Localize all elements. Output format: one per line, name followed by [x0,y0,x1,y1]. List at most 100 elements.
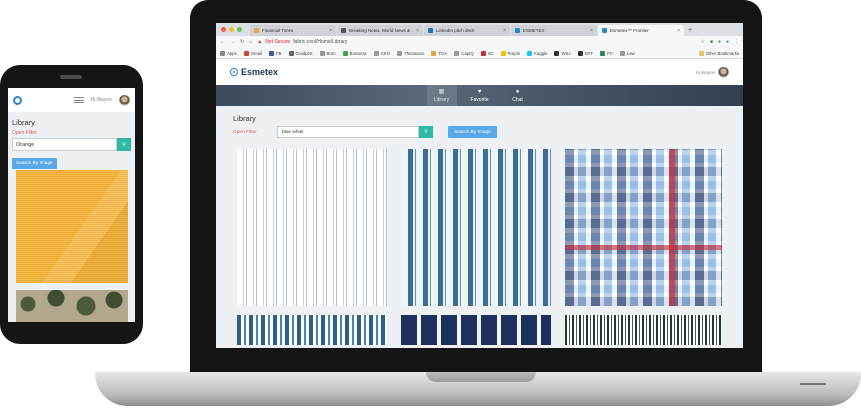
bookmark-label: WSJ [561,50,571,56]
bookmark-item[interactable]: Born [319,50,336,56]
bookmark-favicon-icon [454,50,460,56]
tab-label: Financial Times [262,28,294,33]
close-tab-icon[interactable]: × [329,28,332,34]
bookmark-label: CapIQ [461,50,474,56]
bookmark-item[interactable]: Apps [220,50,237,56]
user-menu[interactable]: Hi,Wayne [696,66,729,78]
phone-speaker [60,75,82,79]
tab-favicon-icon [602,28,607,33]
forward-icon[interactable]: → [230,39,235,45]
browser-tab-active[interactable]: Esmetex™ Frontier × [598,25,684,36]
bookmark-item[interactable]: Law [619,50,635,56]
bookmark-label: NYT [584,50,594,56]
close-window-icon[interactable] [221,27,226,32]
bookmark-label: SC [487,50,494,56]
search-bar: Orange ⚲ [12,138,131,151]
search-button[interactable]: ⚲ [117,138,131,151]
fabric-swatch-thumbnail[interactable] [16,170,128,283]
nav-tab-favorite[interactable]: ♥ Favorite [465,85,495,106]
open-filter-link[interactable]: Open Filter [12,130,131,136]
other-bookmarks[interactable]: Other Bookmarks [698,50,739,56]
search-input[interactable]: blue white [277,126,419,138]
fabric-swatch-thumbnail[interactable] [237,149,387,306]
bookmark-item[interactable]: SC [480,50,494,56]
tab-favicon-icon [341,28,346,33]
brand-logo[interactable]: Esmetex [230,67,278,77]
bookmark-favicon-icon [480,50,486,56]
library-icon: ▦ [438,88,445,95]
bookmark-favicon-icon [319,50,325,56]
page-title: Library [233,114,256,123]
url-field[interactable]: ▲ Not Secure fabric.cool/Home/Library [257,39,695,45]
folder-icon [698,50,704,56]
menu-icon[interactable]: ⋮ [734,39,739,45]
close-tab-icon[interactable]: × [677,28,680,34]
reload-icon[interactable]: ↻ [240,39,244,45]
bookmark-item[interactable]: Bonanza [342,50,367,56]
nav-label: Chat [512,96,523,103]
fabric-swatch-thumbnail[interactable] [16,290,128,322]
bookmark-label: Gmail [250,50,263,56]
close-tab-icon[interactable]: × [416,28,419,34]
bookmark-item[interactable]: FB [269,50,282,56]
bookmark-item[interactable]: GEO [373,50,390,56]
close-tab-icon[interactable]: × [590,28,593,34]
search-button[interactable]: ⚲ [419,126,433,138]
bookmark-label: Other Bookmarks [705,50,739,56]
url-text: fabric.cool/Home/Library [293,39,348,45]
bookmark-item[interactable]: WSJ [554,50,571,56]
bookmark-item[interactable]: TGA [431,50,447,56]
fabric-swatch-thumbnail[interactable] [401,149,551,306]
home-icon[interactable]: ⌂ [249,39,252,45]
browser-tab[interactable]: ESMETEX × [511,25,597,36]
avatar[interactable] [119,94,130,106]
browser-tab[interactable]: Financial Times × [250,25,336,36]
fabric-swatch-thumbnail[interactable] [401,315,551,345]
mobile-header: Hi,Wayne [8,88,135,112]
fabric-swatch-thumbnail[interactable] [565,315,722,345]
minimize-window-icon[interactable] [229,27,234,32]
bookmark-item[interactable]: NYT [577,50,594,56]
bookmark-label: FB [276,50,282,56]
search-by-image-button[interactable]: Search By Image [448,126,497,138]
bookmark-star-icon[interactable]: ☆ [700,39,704,45]
open-filter-link[interactable]: Open Filter [233,130,269,135]
bookmark-item[interactable]: Thesaurus [397,50,424,56]
main-nav: ▦ Library ♥ Favorite ● Chat [216,85,743,106]
bookmark-label: Apps [227,50,237,56]
app-header: Esmetex Hi,Wayne [216,59,743,85]
tab-label: ESMETEX [523,28,545,33]
bookmark-item[interactable]: Purple [500,50,520,56]
extension-icon[interactable]: ■ [710,39,713,45]
fabric-swatch-thumbnail[interactable] [237,315,387,345]
esmetex-logo-icon[interactable] [13,95,22,105]
fabric-swatch-thumbnail[interactable] [565,149,722,306]
new-tab-icon[interactable]: + [688,25,692,36]
bookmark-favicon-icon [342,50,348,56]
favorite-icon: ♥ [477,88,482,95]
tab-favicon-icon [254,28,259,33]
bookmark-item[interactable]: FC [600,50,613,56]
browser-tab[interactable]: Breaking News, World News & × [337,25,423,36]
tab-label: Esmetex™ Frontier [610,28,649,33]
close-tab-icon[interactable]: × [503,28,506,34]
browser-tab[interactable]: LinkedIn pitch deck × [424,25,510,36]
bookmark-item[interactable]: CapIQ [454,50,474,56]
search-input[interactable]: Orange [12,138,118,151]
hamburger-menu-icon[interactable] [73,97,84,103]
maximize-window-icon[interactable] [237,27,242,32]
back-icon[interactable]: ← [220,39,225,45]
bookmark-label: Dividpert [295,50,313,56]
bookmark-favicon-icon [373,50,379,56]
nav-tab-library[interactable]: ▦ Library [426,85,457,106]
search-by-image-button[interactable]: Search By Image [12,158,57,169]
bookmark-label: FC [607,50,613,56]
bookmark-favicon-icon [600,50,606,56]
bookmark-item[interactable]: Gmail [243,50,263,56]
bookmark-item[interactable]: Dividpert [288,50,313,56]
extension-icon[interactable]: ● [718,39,721,45]
nav-tab-chat[interactable]: ● Chat [503,85,533,106]
bookmark-item[interactable]: Kaggle [527,50,547,56]
bookmark-favicon-icon [500,50,506,56]
extension-icon[interactable]: ● [726,39,729,45]
